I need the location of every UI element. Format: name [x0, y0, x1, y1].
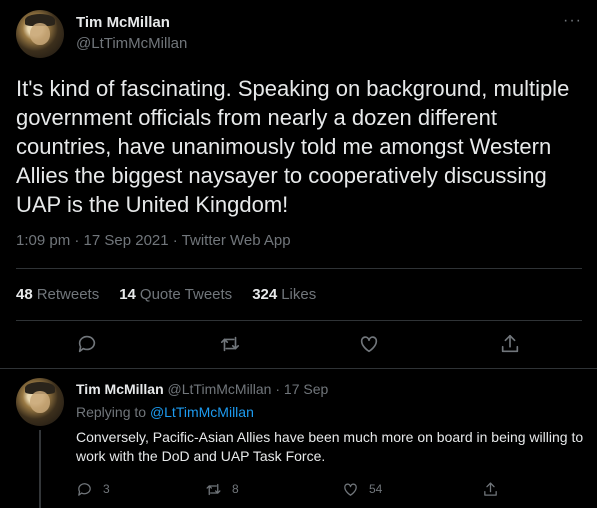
reply-author-name[interactable]: Tim McMillan [76, 381, 164, 397]
likes-label: Likes [281, 286, 317, 303]
more-options-icon[interactable]: ··· [563, 12, 582, 30]
quote-tweets-label: Quote Tweets [139, 286, 233, 303]
retweets-label: Retweets [36, 286, 100, 303]
author-name[interactable]: Tim McMillan [76, 14, 170, 31]
replying-to-prefix: Replying to [76, 404, 147, 420]
reply-author-meta[interactable]: @LtTimMcMillan · 17 Sep [168, 381, 329, 397]
share-icon [484, 481, 497, 496]
avatar[interactable] [16, 10, 64, 58]
tweet-timestamp[interactable]: 1:09 pm · 17 Sep 2021 · Twitter Web App [16, 232, 291, 249]
reply-share-button[interactable] [482, 480, 509, 498]
retweet-icon [206, 483, 221, 495]
divider [0, 368, 597, 369]
like-icon[interactable] [358, 333, 380, 355]
divider [16, 268, 582, 269]
retweets-stat[interactable]: 48 Retweets [16, 286, 99, 303]
reply-icon[interactable] [76, 333, 98, 355]
like-count: 54 [369, 482, 383, 496]
replying-to-handle[interactable]: @LtTimMcMillan [150, 404, 254, 420]
quote-tweets-count: 14 [119, 286, 136, 303]
reply-text: Conversely, Pacific-Asian Allies have be… [76, 429, 584, 464]
retweet-icon[interactable] [219, 333, 241, 355]
likes-count: 324 [252, 286, 278, 303]
retweets-count: 48 [16, 286, 33, 303]
author-handle[interactable]: @LtTimMcMillan [76, 35, 187, 52]
reply-like-button[interactable]: 54 [342, 480, 382, 498]
retweet-count: 8 [232, 482, 239, 496]
thread-line [39, 430, 41, 508]
replying-to: Replying to @LtTimMcMillan [76, 404, 254, 420]
avatar-face [30, 391, 50, 413]
reply-reply-button[interactable]: 3 [76, 480, 110, 498]
reply-header: Tim McMillan @LtTimMcMillan · 17 Sep [76, 381, 328, 397]
avatar-face [30, 23, 50, 45]
divider [16, 320, 582, 321]
reply-avatar[interactable] [16, 378, 64, 426]
like-icon [344, 483, 357, 496]
quote-tweets-stat[interactable]: 14 Quote Tweets [119, 286, 232, 303]
share-icon[interactable] [499, 333, 521, 355]
likes-stat[interactable]: 324 Likes [252, 286, 316, 303]
tweet-actions [0, 330, 597, 358]
reply-icon [78, 482, 91, 496]
reply-retweet-button[interactable]: 8 [205, 480, 239, 498]
engagement-stats: 48 Retweets 14 Quote Tweets 324 Likes [16, 286, 316, 303]
tweet-text: It's kind of fascinating. Speaking on ba… [16, 76, 570, 217]
reply-count: 3 [103, 482, 110, 496]
